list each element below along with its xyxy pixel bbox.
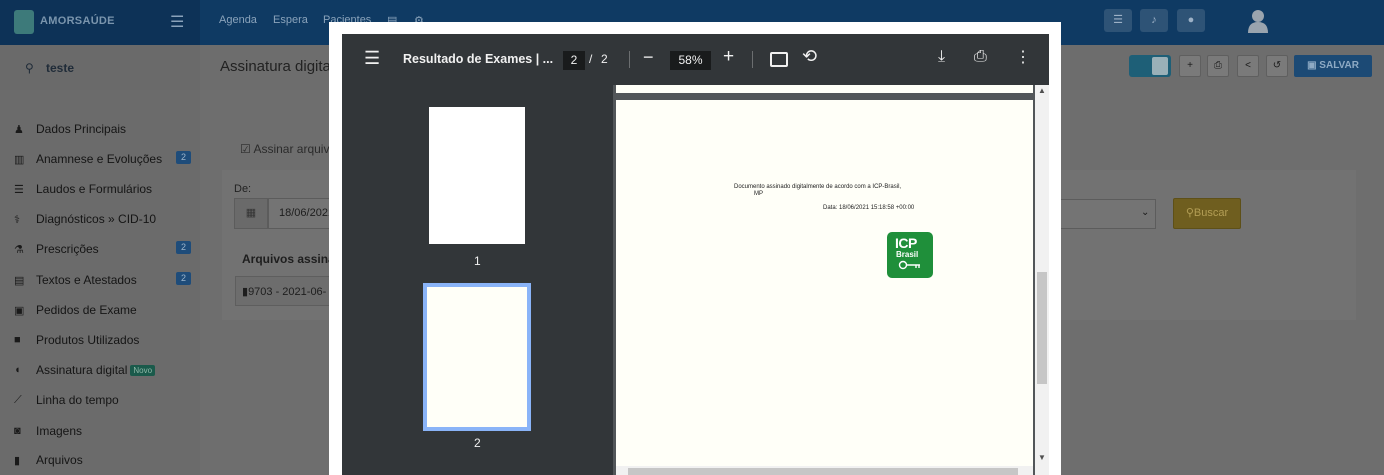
document-title: Resultado de Exames | ... — [403, 52, 554, 66]
page-thumbnail-1[interactable] — [429, 107, 525, 244]
add-button[interactable]: + — [1179, 55, 1201, 77]
camera-icon: ◙ — [14, 425, 21, 437]
history-button[interactable]: ↺ — [1266, 55, 1288, 77]
sidebar-item-prescricoes[interactable]: ⚗ Prescrições 2 — [14, 239, 199, 259]
thumbnail-label: 2 — [474, 436, 481, 450]
scroll-down-icon[interactable]: ▼ — [1038, 453, 1046, 462]
scrollbar-thumb[interactable] — [1037, 272, 1047, 384]
briefcase-icon: ■ — [14, 334, 21, 346]
sidebar-item-arquivos[interactable]: ▮ Arquivos — [14, 450, 199, 470]
sidebar-toggle-icon[interactable]: ☰ — [170, 12, 184, 32]
rotate-icon[interactable]: ⟲ — [802, 46, 817, 67]
sidebar-item-dados-principais[interactable]: ♟ Dados Principais — [14, 119, 199, 139]
toolbar-divider — [752, 51, 753, 68]
chevron-down-icon: ⌄ — [1141, 207, 1150, 218]
thumbnail-label: 1 — [474, 254, 481, 268]
bell-icon[interactable]: ♪ — [1140, 9, 1168, 32]
save-icon: ▣ — [1307, 60, 1320, 71]
print-button[interactable]: ⎙ — [1207, 55, 1229, 77]
page-number-input[interactable]: 2 — [563, 51, 585, 70]
from-date-label: De: — [234, 183, 252, 195]
share-button[interactable]: < — [1237, 55, 1259, 77]
signature-date: Data: 18/06/2021 15:18:58 +00:00 — [823, 205, 915, 211]
line-chart-icon: ⟋ — [14, 393, 22, 406]
sign-files-tab[interactable]: ☑ Assinar arquivos — [240, 142, 342, 156]
sidebar-item-laudos[interactable]: ☰ Laudos e Formulários — [14, 179, 199, 199]
zoom-input[interactable]: 58% — [670, 51, 711, 70]
page-separator: / — [589, 52, 593, 66]
patient-search-value[interactable]: teste — [46, 61, 74, 75]
zoom-in-icon[interactable]: + — [723, 46, 734, 68]
stethoscope-icon: ⚕ — [14, 213, 20, 226]
fit-page-icon[interactable] — [770, 52, 788, 67]
save-button[interactable]: ▣ SALVAR — [1294, 55, 1372, 77]
count-badge: 2 — [176, 241, 191, 254]
file-text-icon: ▤ — [14, 274, 25, 287]
search-icon: ⚲ — [25, 61, 34, 75]
logo-icon — [14, 10, 34, 34]
menu-icon[interactable]: ☰ — [1104, 9, 1132, 32]
clipboard-icon: ▣ — [14, 304, 25, 317]
search-icon: ⚲ — [1185, 207, 1194, 219]
sidebar-item-produtos[interactable]: ■ Produtos Utilizados — [14, 330, 199, 350]
nav-agenda[interactable]: Agenda — [219, 14, 257, 26]
from-date-input[interactable]: 18/06/2021 — [268, 198, 334, 229]
chat-icon[interactable]: ● — [1177, 9, 1205, 32]
sidebar-item-linha-do-tempo[interactable]: ⟋ Linha do tempo — [14, 390, 199, 410]
user-icon: ♟ — [14, 123, 24, 136]
signature-text: Documento assinado digitalmente de acord… — [734, 184, 902, 190]
key-icon — [898, 260, 920, 270]
print-icon[interactable]: ⎙ — [974, 48, 987, 66]
signature-text: MP — [754, 191, 763, 197]
sidebar-item-assinatura[interactable]: ◖ Assinatura digital Novo — [14, 360, 199, 380]
zoom-out-icon[interactable]: − — [643, 47, 654, 68]
flask-icon: ⚗ — [14, 243, 24, 256]
page-title: Assinatura digital — [220, 58, 335, 75]
nav-espera[interactable]: Espera — [273, 14, 308, 26]
scrollbar-thumb[interactable] — [628, 468, 1018, 475]
new-tag: Novo — [130, 364, 156, 376]
file-icon: ▮ — [14, 454, 21, 467]
more-vert-icon[interactable]: ⋮ — [1015, 47, 1031, 67]
chart-icon: ▥ — [14, 153, 25, 166]
count-badge: 2 — [176, 151, 191, 164]
list-icon: ☰ — [14, 183, 24, 196]
document-page-2 — [616, 100, 1033, 475]
total-pages: 2 — [601, 52, 608, 66]
scroll-up-icon[interactable]: ▲ — [1038, 86, 1046, 95]
sidebar-item-imagens[interactable]: ◙ Imagens — [14, 421, 199, 441]
signed-file-item[interactable]: ▮9703 - 2021-06- — [235, 276, 330, 306]
calendar-icon[interactable]: ▦ — [234, 198, 268, 229]
page-gap — [616, 93, 1033, 100]
page-1-bottom — [616, 85, 1033, 93]
user-avatar-icon[interactable] — [1247, 9, 1269, 33]
page-thumbnail-2[interactable] — [427, 287, 527, 427]
shield-icon: ◖ — [14, 364, 21, 376]
sidebar-item-pedidos[interactable]: ▣ Pedidos de Exame — [14, 300, 199, 320]
search-button[interactable]: ⚲Buscar — [1173, 198, 1241, 229]
download-icon[interactable]: ⤓ — [938, 48, 945, 66]
sidebar-item-textos[interactable]: ▤ Textos e Atestados 2 — [14, 270, 199, 290]
count-badge: 2 — [176, 272, 191, 285]
logo-text: AMORSAÚDE — [40, 15, 115, 27]
menu-icon[interactable]: ☰ — [364, 48, 380, 69]
sidebar-item-diagnosticos[interactable]: ⚕ Diagnósticos » CID-10 — [14, 209, 199, 229]
toolbar-divider — [629, 51, 630, 68]
edit-icon: ☑ — [240, 142, 251, 156]
icp-logo-text: ICP — [895, 235, 917, 251]
icp-logo-text: Brasil — [896, 250, 919, 259]
sidebar — [0, 45, 200, 475]
sidebar-item-anamnese[interactable]: ▥ Anamnese e Evoluções 2 — [14, 149, 199, 169]
toggle-knob — [1152, 57, 1168, 75]
